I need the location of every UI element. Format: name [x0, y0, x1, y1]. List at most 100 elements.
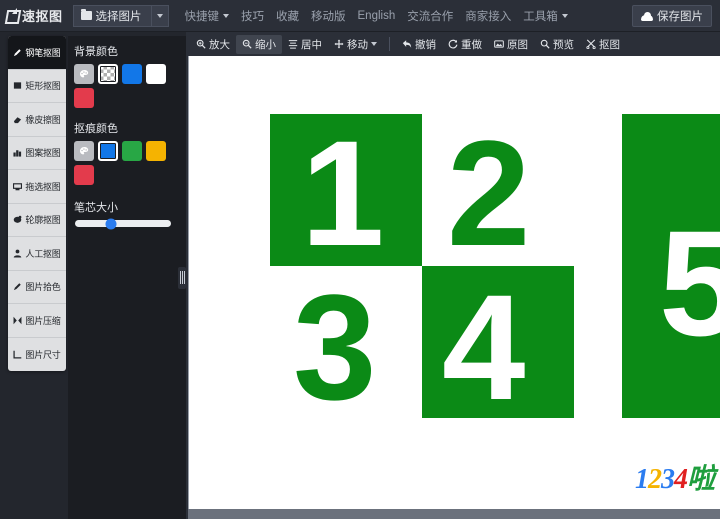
preview-button[interactable]: 预览 — [534, 35, 580, 54]
cutout-button[interactable]: 抠图 — [580, 35, 626, 54]
sidebar-item-pattern-cutout[interactable]: 图案抠图 — [8, 137, 66, 170]
brush-size-slider[interactable] — [75, 218, 171, 229]
panel-splitter[interactable] — [178, 36, 186, 519]
sidebar-item-rect-cutout[interactable]: 矩形抠图 — [8, 70, 66, 103]
image-canvas[interactable]: 1 2 3 4 5 1234啦 — [188, 56, 720, 509]
toolbar-view-group: 放大 缩小 居中 移动 — [190, 34, 383, 54]
watermark-char: 啦 — [686, 464, 715, 495]
sidebar-item-drag-select-cutout[interactable]: 拖选抠图 — [8, 170, 66, 204]
sidebar-item-manual-cutout[interactable]: 人工抠图 — [8, 237, 66, 271]
eyedropper-icon — [14, 283, 22, 291]
sidebar-item-label: 人工抠图 — [25, 248, 61, 259]
zoom-out-button[interactable]: 缩小 — [236, 34, 282, 54]
redo-icon — [448, 39, 458, 49]
chevron-down-icon — [561, 13, 568, 18]
mark-swatch-red[interactable] — [74, 165, 94, 185]
bg-swatch-white[interactable] — [146, 64, 166, 84]
sidebar-item-pen-cutout[interactable]: 钢笔抠图 — [8, 36, 66, 70]
nav-label: 交流合作 — [407, 10, 454, 23]
editor-area: 放大 缩小 居中 移动 撤销 重做 原图 预览 抠图 1 2 3 4 1234啦 — [186, 32, 720, 519]
watermark-char: 3 — [660, 464, 675, 495]
sidebar-item-label: 图片尺寸 — [25, 349, 61, 360]
sidebar-item-label: 钢笔抠图 — [25, 47, 61, 58]
tool-sidebar: 钢笔抠图 矩形抠图 橡皮擦图 图案抠图 拖选抠图 轮廓抠图 人工抠图 图片拾色 … — [8, 36, 66, 371]
nav-item-toolbox[interactable]: 工具箱 — [517, 8, 574, 24]
toolbar-label: 居中 — [301, 38, 322, 51]
bg-swatch-transparent[interactable] — [98, 64, 118, 84]
original-image-button[interactable]: 原图 — [488, 35, 534, 54]
toolbar-label: 缩小 — [255, 38, 276, 51]
digit-4: 4 — [442, 263, 526, 431]
image-icon — [494, 40, 504, 48]
scissors-logo-icon — [6, 8, 19, 22]
redo-button[interactable]: 重做 — [442, 35, 488, 54]
sidebar-item-label: 图片压缩 — [25, 315, 61, 326]
cloud-download-icon — [641, 11, 653, 21]
compress-icon — [13, 316, 22, 325]
nav-item-merchant[interactable]: 商家接入 — [459, 8, 517, 24]
app-logo[interactable]: 速抠图 — [0, 6, 71, 25]
mark-color-swatches — [68, 141, 170, 185]
brush-size-slider-thumb[interactable] — [105, 218, 117, 229]
nav-item-shortcuts[interactable]: 快捷键 — [179, 8, 236, 24]
toolbar-label: 移动 — [347, 38, 368, 51]
top-bar: 速抠图 选择图片 快捷键 技巧 收藏 移动版 English 交流合作 商家接入… — [0, 0, 720, 32]
mark-swatch-palette[interactable] — [74, 141, 94, 161]
zoom-out-icon — [242, 39, 252, 49]
choose-image-group: 选择图片 — [72, 4, 169, 27]
bg-swatch-blue[interactable] — [122, 64, 142, 84]
nav-item-cooperation[interactable]: 交流合作 — [401, 8, 459, 24]
chevron-down-icon — [156, 13, 163, 18]
sidebar-item-label: 轮廓抠图 — [25, 215, 61, 226]
eraser-icon — [14, 117, 22, 123]
bg-swatch-red[interactable] — [74, 88, 94, 108]
bg-color-title: 背景颜色 — [74, 46, 118, 58]
palette-icon — [79, 146, 88, 154]
nav-item-favorites[interactable]: 收藏 — [270, 8, 305, 24]
sidebar-item-image-size[interactable]: 图片尺寸 — [8, 338, 66, 372]
nav-label: English — [357, 9, 396, 22]
choose-image-button[interactable]: 选择图片 — [72, 4, 152, 27]
save-image-button[interactable]: 保存图片 — [632, 5, 712, 27]
nav-item-mobile[interactable]: 移动版 — [305, 8, 352, 24]
marquee-icon — [13, 182, 23, 191]
sidebar-item-label: 矩形抠图 — [25, 81, 61, 92]
choose-image-label: 选择图片 — [95, 10, 142, 23]
nav-item-english[interactable]: English — [352, 10, 402, 22]
move-button[interactable]: 移动 — [328, 35, 383, 54]
move-icon — [334, 39, 344, 49]
watermark-char: 2 — [647, 464, 662, 495]
outline-icon — [14, 216, 22, 224]
toolbar-separator — [389, 37, 390, 51]
sidebar-item-label: 拖选抠图 — [25, 181, 61, 192]
pattern-icon — [13, 150, 22, 157]
digit-2: 2 — [447, 109, 531, 277]
bg-swatch-palette[interactable] — [74, 64, 94, 84]
nav-item-tips[interactable]: 技巧 — [235, 8, 270, 24]
watermark-char: 4 — [673, 464, 688, 495]
sidebar-item-outline-cutout[interactable]: 轮廓抠图 — [8, 204, 66, 237]
brush-size-slider-wrap — [68, 218, 178, 229]
person-icon — [14, 249, 22, 258]
mark-swatch-blue[interactable] — [98, 141, 118, 161]
digit-1: 1 — [301, 109, 385, 277]
undo-button[interactable]: 撤销 — [396, 35, 442, 54]
zoom-in-button[interactable]: 放大 — [190, 35, 236, 54]
mark-swatch-yellow[interactable] — [146, 141, 166, 161]
canvas-container: 1 2 3 4 5 1234啦 — [186, 56, 720, 519]
mark-swatch-green[interactable] — [122, 141, 142, 161]
cutout-icon — [586, 39, 596, 49]
choose-image-dropdown-button[interactable] — [151, 4, 169, 27]
sidebar-item-eraser-cutout[interactable]: 橡皮擦图 — [8, 103, 66, 137]
app-logo-text: 速抠图 — [22, 9, 63, 24]
watermark: 1234啦 — [635, 457, 715, 497]
sidebar-item-color-picker[interactable]: 图片拾色 — [8, 271, 66, 304]
canvas-horizontal-scrollbar[interactable] — [188, 509, 720, 519]
sidebar-item-image-compress[interactable]: 图片压缩 — [8, 304, 66, 338]
center-button[interactable]: 居中 — [282, 35, 328, 54]
toolbar-edit-group: 撤销 重做 原图 预览 抠图 — [396, 35, 626, 54]
toolbar-label: 原图 — [507, 38, 528, 51]
folder-icon — [80, 9, 92, 20]
digit-3: 3 — [293, 263, 377, 431]
nav-label: 工具箱 — [523, 10, 558, 23]
